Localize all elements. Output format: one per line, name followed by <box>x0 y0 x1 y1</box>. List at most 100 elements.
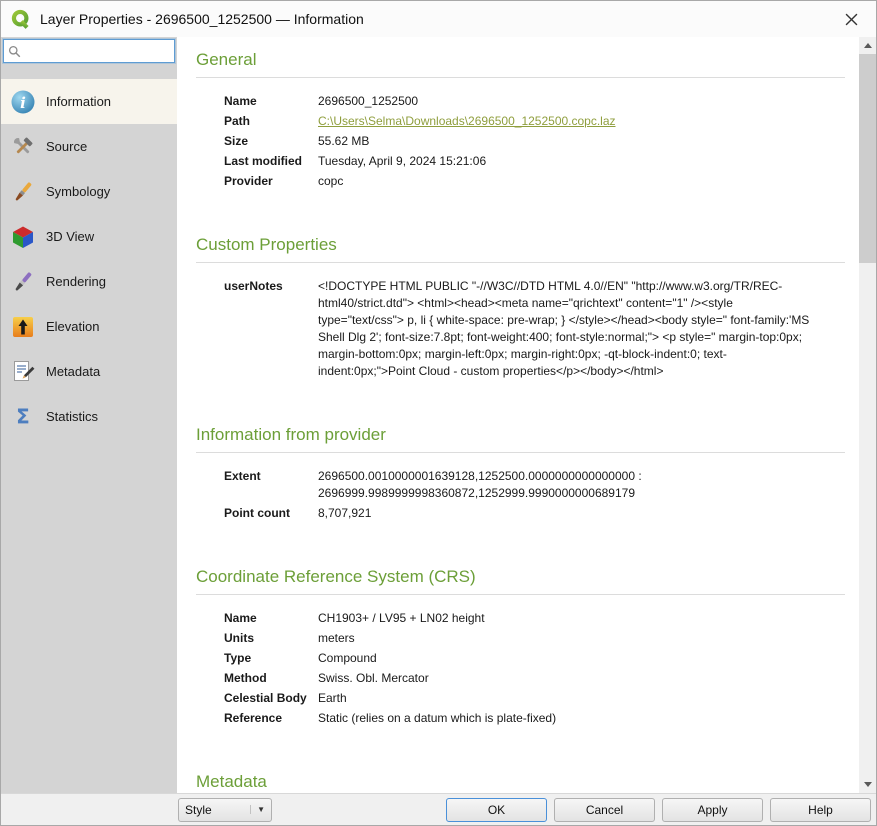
search-input[interactable] <box>25 44 170 58</box>
property-label: Celestial Body <box>224 690 318 707</box>
property-value: Static (relies on a datum which is plate… <box>318 710 556 727</box>
scroll-down-button[interactable] <box>859 776 876 793</box>
close-icon[interactable] <box>836 4 866 34</box>
section-information-from-provider: Information from provider Extent 2696500… <box>196 422 845 522</box>
sidebar-searchbox[interactable] <box>3 39 175 63</box>
property-label: Last modified <box>224 153 318 170</box>
section-general: General Name 2696500_1252500 Path C:\Use… <box>196 47 845 190</box>
section-crs: Coordinate Reference System (CRS) Name C… <box>196 564 845 727</box>
property-label: Type <box>224 650 318 667</box>
sidebar-item-source[interactable]: Source <box>1 124 177 169</box>
search-icon <box>8 45 21 58</box>
sidebar-item-label: Statistics <box>46 409 98 424</box>
property-value: Earth <box>318 690 347 707</box>
section-heading: General <box>196 47 845 78</box>
scroll-up-button[interactable] <box>859 37 876 54</box>
elevation-icon <box>10 314 36 340</box>
scroll-up-arrow-icon <box>864 43 872 48</box>
property-value: Tuesday, April 9, 2024 15:21:06 <box>318 153 486 170</box>
property-row: Point count 8,707,921 <box>224 505 845 522</box>
symbology-icon <box>10 179 36 205</box>
property-value: Swiss. Obl. Mercator <box>318 670 429 687</box>
dialog-body: i Information <box>1 37 876 793</box>
property-row: Size 55.62 MB <box>224 133 845 150</box>
ok-button[interactable]: OK <box>446 798 547 822</box>
scrollbar-track[interactable] <box>859 54 876 776</box>
sidebar-nav: i Information <box>1 79 177 439</box>
property-value: CH1903+ / LV95 + LN02 height <box>318 610 485 627</box>
sidebar-item-information[interactable]: i Information <box>1 79 177 124</box>
sidebar-item-label: Elevation <box>46 319 99 334</box>
property-value: Compound <box>318 650 377 667</box>
sidebar-item-label: Metadata <box>46 364 100 379</box>
metadata-document-icon <box>10 359 36 385</box>
section-heading: Coordinate Reference System (CRS) <box>196 564 845 595</box>
property-value: meters <box>318 630 355 647</box>
property-label: Name <box>224 93 318 110</box>
content-scrollbar[interactable] <box>859 37 876 793</box>
property-row: Celestial Body Earth <box>224 690 845 707</box>
property-label: Method <box>224 670 318 687</box>
property-value: <!DOCTYPE HTML PUBLIC "-//W3C//DTD HTML … <box>318 278 818 380</box>
sidebar-item-rendering[interactable]: Rendering <box>1 259 177 304</box>
scrollbar-thumb[interactable] <box>859 54 876 263</box>
property-label: Point count <box>224 505 318 522</box>
window-title: Layer Properties - 2696500_1252500 — Inf… <box>40 11 364 27</box>
property-row: Provider copc <box>224 173 845 190</box>
section-metadata: Metadata <box>196 769 845 793</box>
sidebar-item-statistics[interactable]: Σ Statistics <box>1 394 177 439</box>
property-row: Units meters <box>224 630 845 647</box>
property-row: Method Swiss. Obl. Mercator <box>224 670 845 687</box>
property-label: Size <box>224 133 318 150</box>
property-label: userNotes <box>224 278 318 380</box>
property-value: 55.62 MB <box>318 133 369 150</box>
property-value: 2696500_1252500 <box>318 93 418 110</box>
property-row: Reference Static (relies on a datum whic… <box>224 710 845 727</box>
sidebar-item-metadata[interactable]: Metadata <box>1 349 177 394</box>
property-row: userNotes <!DOCTYPE HTML PUBLIC "-//W3C/… <box>224 278 845 380</box>
sidebar-item-3d-view[interactable]: 3D View <box>1 214 177 259</box>
file-path-link[interactable]: C:\Users\Selma\Downloads\2696500_1252500… <box>318 113 616 130</box>
sidebar-item-label: 3D View <box>46 229 94 244</box>
rendering-brush-icon <box>10 269 36 295</box>
help-button[interactable]: Help <box>770 798 871 822</box>
scroll-down-arrow-icon <box>864 782 872 787</box>
3d-cube-icon <box>10 224 36 250</box>
section-custom-properties: Custom Properties userNotes <!DOCTYPE HT… <box>196 232 845 380</box>
cancel-button[interactable]: Cancel <box>554 798 655 822</box>
layer-properties-dialog: Layer Properties - 2696500_1252500 — Inf… <box>0 0 877 826</box>
qgis-logo-icon <box>11 9 31 29</box>
sidebar-item-elevation[interactable]: Elevation <box>1 304 177 349</box>
section-heading: Custom Properties <box>196 232 845 263</box>
information-panel: General Name 2696500_1252500 Path C:\Use… <box>177 37 859 793</box>
style-dropdown-button[interactable]: Style ▼ <box>178 798 272 822</box>
property-value: 2696500.0010000001639128,1252500.0000000… <box>318 468 818 502</box>
sidebar-item-label: Information <box>46 94 111 109</box>
property-value: 8,707,921 <box>318 505 371 522</box>
button-bar: Style ▼ OK Cancel Apply Help <box>1 793 876 825</box>
dropdown-arrow-icon: ▼ <box>250 805 265 814</box>
property-row: Extent 2696500.0010000001639128,1252500.… <box>224 468 845 502</box>
titlebar: Layer Properties - 2696500_1252500 — Inf… <box>1 1 876 37</box>
property-row: Name 2696500_1252500 <box>224 93 845 110</box>
source-icon <box>10 134 36 160</box>
svg-text:Σ: Σ <box>16 404 30 428</box>
property-row: Path C:\Users\Selma\Downloads\2696500_12… <box>224 113 845 130</box>
property-row: Type Compound <box>224 650 845 667</box>
property-row: Name CH1903+ / LV95 + LN02 height <box>224 610 845 627</box>
sidebar-item-label: Symbology <box>46 184 110 199</box>
section-heading: Metadata <box>196 769 845 793</box>
info-icon: i <box>10 89 36 115</box>
style-button-label: Style <box>185 803 212 817</box>
property-label: Name <box>224 610 318 627</box>
svg-text:i: i <box>20 94 26 112</box>
sigma-statistics-icon: Σ <box>10 404 36 430</box>
property-label: Extent <box>224 468 318 502</box>
sidebar-item-label: Rendering <box>46 274 106 289</box>
property-label: Reference <box>224 710 318 727</box>
section-heading: Information from provider <box>196 422 845 453</box>
apply-button[interactable]: Apply <box>662 798 763 822</box>
sidebar-item-symbology[interactable]: Symbology <box>1 169 177 214</box>
property-label: Provider <box>224 173 318 190</box>
property-label: Path <box>224 113 318 130</box>
